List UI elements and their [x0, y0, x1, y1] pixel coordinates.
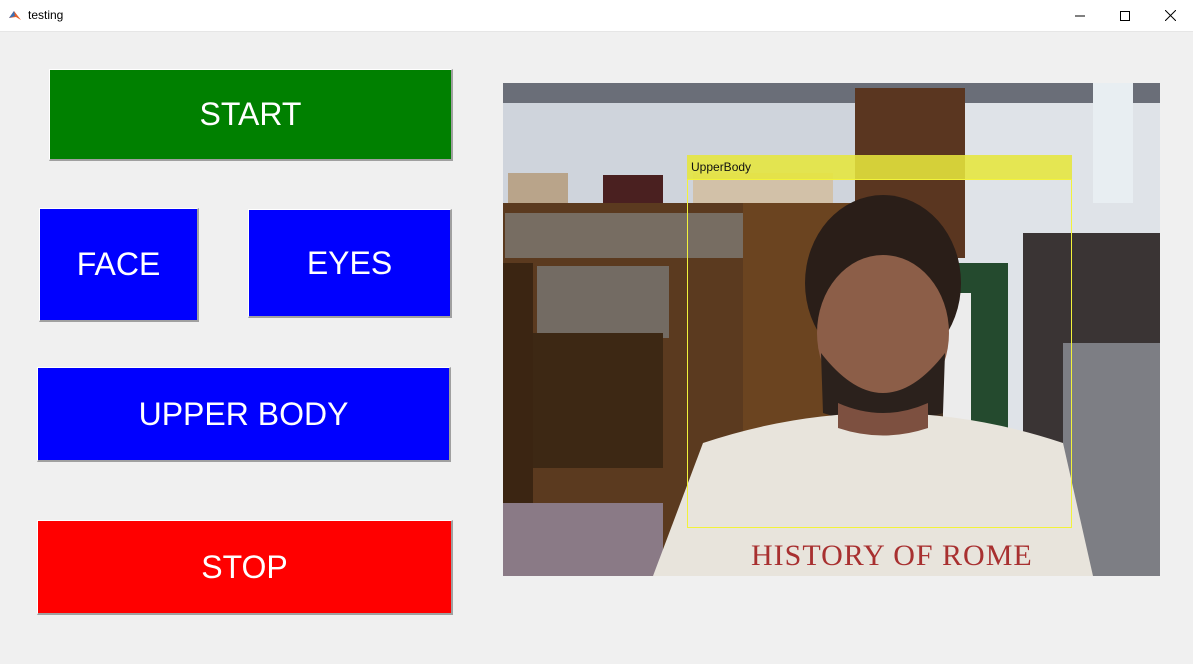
detection-label: UpperBody: [691, 160, 752, 174]
close-button[interactable]: [1147, 0, 1193, 31]
window-title: testing: [28, 8, 64, 22]
maximize-icon: [1120, 10, 1130, 21]
eyes-button[interactable]: EYES: [248, 209, 452, 318]
matlab-app-icon: [9, 11, 21, 20]
face-button[interactable]: FACE: [39, 208, 199, 322]
start-button[interactable]: START: [49, 69, 453, 161]
stop-button[interactable]: STOP: [37, 520, 453, 615]
minimize-button[interactable]: [1057, 0, 1103, 31]
upper-body-detection-box: [687, 179, 1072, 528]
maximize-button[interactable]: [1102, 0, 1148, 31]
shirt-text: HISTORY OF ROME: [751, 539, 1033, 572]
upper-body-button[interactable]: UPPER BODY: [37, 367, 451, 462]
camera-view: HISTORY OF ROME UpperBody: [503, 83, 1160, 576]
title-bar: testing: [0, 0, 1193, 32]
close-icon: [1164, 10, 1176, 21]
minimize-icon: [1075, 15, 1085, 16]
